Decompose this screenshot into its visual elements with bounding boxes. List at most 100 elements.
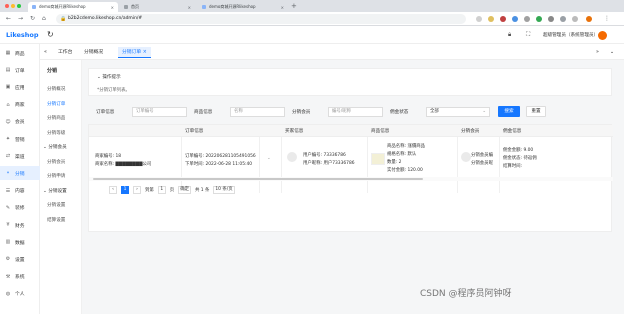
tab-current[interactable]: 分销订单 × — [118, 47, 151, 58]
goto-label: 到第 — [145, 188, 154, 193]
sidebar-item-label: 数据 — [15, 240, 25, 246]
sidebar-item-label: 装修 — [15, 206, 25, 212]
sidebar-item-11[interactable]: ¥ 财务 — [0, 218, 40, 232]
sidebar-item-9[interactable]: ☰ 内容 — [0, 184, 40, 198]
back-icon[interactable]: ← — [6, 15, 11, 22]
refresh-icon[interactable]: ↻ — [47, 30, 54, 39]
close-tab-icon[interactable]: × — [143, 50, 147, 55]
sidebar-item-14[interactable]: ⚒ 系统 — [0, 270, 40, 284]
tabs-menu-icon[interactable]: » — [592, 47, 603, 58]
sub-item-3[interactable]: 分销商品 — [40, 115, 82, 121]
status-filter-select[interactable]: 全部 ⌄ — [426, 107, 490, 117]
sidebar-item-13[interactable]: ⚙ 设置 — [0, 252, 40, 266]
profile-icon[interactable] — [586, 16, 592, 22]
minimize-window-dot[interactable] — [11, 4, 15, 8]
pagination: ‹ 1 › 到第 1 页 确定 共 1 条 10 条/页 — [109, 185, 235, 195]
reset-button[interactable]: 重置 — [526, 106, 546, 117]
tab-overview[interactable]: 分销概况 — [80, 47, 107, 58]
expand-icon[interactable]: ⌄ — [267, 156, 271, 161]
collapse-icon[interactable]: « — [40, 47, 51, 58]
sidebar-item-12[interactable]: ▥ 数据 — [0, 235, 40, 249]
watermark: CSDN @程序员阿钟呀 — [420, 289, 512, 299]
sub-item-9[interactable]: 分销设置 — [40, 202, 82, 208]
sidepanel-icon[interactable] — [572, 16, 578, 22]
app-logo: Likeshop — [6, 31, 39, 39]
product-filter-input[interactable]: 名称 — [230, 107, 285, 117]
page-1-button[interactable]: 1 — [121, 186, 129, 194]
sub-item-7[interactable]: 分销申请 — [40, 173, 82, 179]
sub-item-6[interactable]: 分销会员 — [40, 159, 82, 165]
browser-tab-2[interactable]: 首页 × — [120, 2, 195, 12]
tabs-dropdown-icon[interactable]: ⌄ — [606, 47, 618, 58]
tab-workbench[interactable]: 工作台 — [54, 47, 76, 58]
browser-tab-1[interactable]: demo商城开源Rlikeshop × — [28, 2, 118, 12]
puzzle-icon[interactable] — [560, 16, 566, 22]
sidebar-item-5[interactable]: ☺ 会员 — [0, 115, 40, 129]
buyer-no: 用户编号: 73336786 — [303, 153, 346, 158]
avatar[interactable] — [598, 31, 607, 40]
maximize-window-dot[interactable] — [17, 4, 21, 8]
prev-page-button[interactable]: ‹ — [109, 186, 117, 194]
goto-page-input[interactable]: 1 — [157, 186, 166, 194]
sidebar-item-7[interactable]: ⇄ 渠道 — [0, 149, 40, 163]
fullscreen-icon[interactable]: ⛶ — [526, 31, 530, 39]
column-divider — [367, 137, 368, 193]
address-text: b2b2cdemo.likeshop.cn/admin/# — [68, 16, 143, 21]
browser-tab-3[interactable]: demo商城开源Rlikeshop × — [198, 2, 288, 12]
share-icon[interactable] — [476, 16, 482, 22]
distributor-nick: 分销会员昵 — [471, 161, 493, 166]
data-icon: ▥ — [5, 239, 11, 246]
new-tab-button[interactable]: + — [291, 2, 297, 10]
sidebar-item-1[interactable]: ▦ 商品 — [0, 46, 40, 60]
sub-item-4[interactable]: 分销等级 — [40, 130, 82, 136]
sub-item-10[interactable]: 结算设置 — [40, 217, 82, 223]
column-divider — [281, 137, 282, 193]
address-bar[interactable]: 🔒 b2b2cdemo.likeshop.cn/admin/# — [56, 14, 466, 24]
extension-icon[interactable] — [524, 16, 530, 22]
sub-item-1[interactable]: 分销概况 — [40, 86, 82, 92]
sidebar-item-6[interactable]: ✦ 营销 — [0, 132, 40, 146]
sub-group-8[interactable]: ⌄ 分销设置 — [40, 188, 82, 194]
forward-icon[interactable]: → — [18, 15, 23, 22]
goto-confirm-button[interactable]: 确定 — [178, 186, 191, 194]
bookmark-icon[interactable] — [488, 16, 494, 22]
sub-item-label: 分销申请 — [47, 174, 66, 179]
close-tab-icon[interactable]: × — [111, 5, 114, 10]
sidebar-item-10[interactable]: ✎ 装修 — [0, 201, 40, 215]
extension-icon[interactable] — [512, 16, 518, 22]
browser-tab-label: demo商城开源Rlikeshop — [209, 4, 256, 9]
sidebar-item-3[interactable]: ▣ 应用 — [0, 80, 40, 94]
search-button[interactable]: 搜索 — [498, 106, 520, 117]
menu-icon[interactable]: ⋮ — [604, 15, 610, 22]
sidebar-item-8[interactable]: ⑂ 分销 — [0, 166, 40, 181]
shop-name: 商家名称: ▇▇▇▇▇▇▇▇公司 — [95, 162, 152, 167]
close-tab-icon[interactable]: × — [188, 5, 191, 10]
next-page-button[interactable]: › — [133, 186, 141, 194]
reload-icon[interactable]: ↻ — [30, 15, 35, 22]
scrollbar-thumb[interactable] — [93, 178, 423, 180]
shop-id: 商家编号: 18 — [95, 154, 122, 159]
extension-icon[interactable] — [548, 16, 554, 22]
home-icon[interactable]: ⌂ — [42, 15, 46, 22]
lock-screen-icon[interactable]: 🔒︎ — [508, 31, 511, 39]
close-window-dot[interactable] — [5, 4, 9, 8]
page-size-select[interactable]: 10 条/页 — [213, 186, 235, 194]
sidebar-item-15[interactable]: ◍ 个人 — [0, 287, 40, 301]
order-filter-input[interactable]: 订单编号 — [132, 107, 187, 117]
sub-item-label: 分销设置 — [48, 188, 67, 194]
extension-icon[interactable] — [536, 16, 542, 22]
member-filter-input[interactable]: 编号/昵称 — [328, 107, 383, 117]
close-tab-icon[interactable]: × — [281, 5, 284, 10]
sub-item-2[interactable]: 分销订单 — [40, 101, 82, 107]
user-name[interactable]: 超级管理员（系统管理员） — [543, 32, 598, 38]
sub-item-label: 分销概况 — [47, 87, 66, 92]
sub-group-5[interactable]: ⌄ 分销会员 — [40, 144, 82, 150]
sidebar-item-4[interactable]: ⌂ 商家 — [0, 98, 40, 112]
column-divider — [499, 137, 500, 193]
sidebar-item-label: 应用 — [15, 85, 25, 91]
sub-item-label: 分销等级 — [47, 130, 66, 136]
sidebar-item-2[interactable]: ▤ 订单 — [0, 63, 40, 77]
status-filter-value: 全部 — [430, 109, 439, 114]
extension-icon[interactable] — [500, 16, 506, 22]
notice-title[interactable]: ⌄ 操作提示 — [97, 74, 121, 80]
